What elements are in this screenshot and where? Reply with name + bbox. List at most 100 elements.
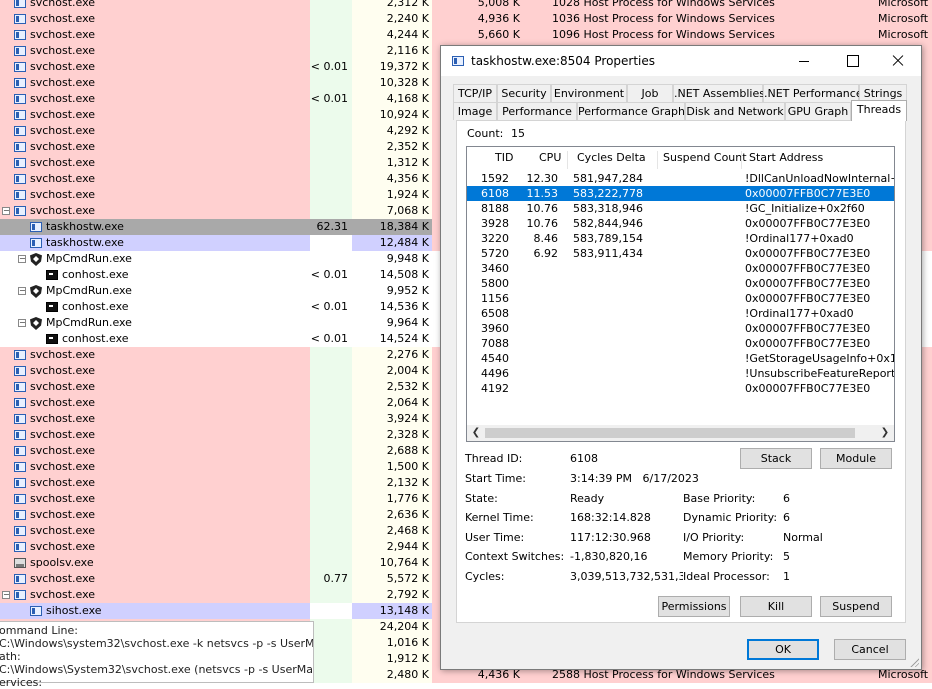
base-priority-value: 6 xyxy=(783,492,790,505)
horizontal-scrollbar[interactable]: ❮ ❯ xyxy=(467,425,894,441)
thread-start-address: !Ordinal177+0xad0 xyxy=(745,232,854,245)
tree-collapse-icon[interactable]: − xyxy=(18,255,26,263)
process-name-cell: svchost.exe xyxy=(0,91,310,107)
thread-row[interactable]: 5800 0x00007FFB0C77E3E0 xyxy=(467,276,894,291)
cancel-button[interactable]: Cancel xyxy=(834,639,906,660)
thread-start-address: 0x00007FFB0C77E3E0 xyxy=(745,262,871,275)
scroll-right-arrow-icon[interactable]: ❯ xyxy=(878,425,892,441)
thread-row[interactable]: 6508 !Ordinal177+0xad0 xyxy=(467,306,894,321)
process-private-bytes: 3,924 K xyxy=(352,411,432,427)
process-name: conhost.exe xyxy=(62,332,129,345)
column-header-suspend-count[interactable]: Suspend Count xyxy=(663,151,747,169)
thread-row[interactable]: 1592 12.30 581,947,284 !DllCanUnloadNowInte… xyxy=(467,171,894,186)
tab-performance-graph[interactable]: Performance Graph xyxy=(577,102,685,120)
process-cpu xyxy=(310,539,352,555)
process-cpu xyxy=(310,0,352,11)
process-cpu: < 0.01 xyxy=(310,59,352,75)
process-name: svchost.exe xyxy=(30,12,96,25)
thread-list[interactable]: TID CPU Cycles Delta Suspend Count Start… xyxy=(466,146,895,442)
maximize-button[interactable] xyxy=(829,46,875,76)
process-private-bytes: 1,776 K xyxy=(352,491,432,507)
column-header-tid[interactable]: TID xyxy=(495,151,513,169)
process-name-cell: − MpCmdRun.exe xyxy=(0,283,310,299)
process-private-bytes: 9,948 K xyxy=(352,251,432,267)
process-name: svchost.exe xyxy=(30,588,96,601)
thread-row[interactable]: 6108 11.53 583,222,778 0x00007FFB0C77E3E0 xyxy=(467,186,894,201)
process-name: svchost.exe xyxy=(30,380,96,393)
column-header-start-address[interactable]: Start Address xyxy=(749,151,823,169)
process-private-bytes: 9,952 K xyxy=(352,283,432,299)
process-row[interactable]: svchost.exe 2,312 K 5,008 K 1028 Host Proce… xyxy=(0,0,932,11)
process-cpu xyxy=(310,667,352,683)
tab-performance[interactable]: Performance xyxy=(497,102,577,120)
process-cpu xyxy=(310,123,352,139)
process-private-bytes: 1,312 K xyxy=(352,155,432,171)
process-private-bytes: 14,508 K xyxy=(352,267,432,283)
thread-start-address: 0x00007FFB0C77E3E0 xyxy=(745,187,871,200)
kernel-time-label: Kernel Time: xyxy=(465,511,534,524)
thread-cycles-delta: 581,947,284 xyxy=(573,172,643,185)
tree-collapse-icon[interactable]: − xyxy=(18,287,26,295)
tab-security[interactable]: Security xyxy=(497,84,551,102)
thread-row[interactable]: 3220 8.46 583,789,154 !Ordinal177+0xad0 xyxy=(467,231,894,246)
thread-row[interactable]: 4496 !UnsubscribeFeatureReporting+ xyxy=(467,366,894,381)
thread-row[interactable]: 8188 10.76 583,318,946 !GC_Initialize+0x2f6… xyxy=(467,201,894,216)
thread-row[interactable]: 3460 0x00007FFB0C77E3E0 xyxy=(467,261,894,276)
process-name-cell: svchost.exe xyxy=(0,475,310,491)
ok-button[interactable]: OK xyxy=(747,639,819,660)
service-window-icon xyxy=(14,126,26,136)
kill-button[interactable]: Kill xyxy=(740,596,812,617)
tab-image[interactable]: Image xyxy=(453,102,497,120)
process-row[interactable]: svchost.exe 2,240 K 4,936 K 1036 Host Proce… xyxy=(0,11,932,27)
process-private-bytes: 4,244 K xyxy=(352,27,432,43)
thread-row[interactable]: 7088 0x00007FFB0C77E3E0 xyxy=(467,336,894,351)
thread-row[interactable]: 3928 10.76 582,844,946 0x00007FFB0C77E3E0 xyxy=(467,216,894,231)
tab-job[interactable]: Job xyxy=(627,84,673,102)
tree-collapse-icon[interactable]: − xyxy=(2,591,10,599)
thread-start-address: 0x00007FFB0C77E3E0 xyxy=(745,382,871,395)
process-private-bytes: 7,068 K xyxy=(352,203,432,219)
column-header-cycles-delta[interactable]: Cycles Delta xyxy=(577,151,646,169)
thread-row[interactable]: 1156 0x00007FFB0C77E3E0 xyxy=(467,291,894,306)
process-cpu xyxy=(310,107,352,123)
process-name: spoolsv.exe xyxy=(30,556,94,569)
thread-row[interactable]: 3960 0x00007FFB0C77E3E0 xyxy=(467,321,894,336)
tab-net-performance[interactable]: .NET Performance xyxy=(763,84,863,102)
tree-collapse-icon[interactable]: − xyxy=(2,207,10,215)
tab-environment[interactable]: Environment xyxy=(551,84,627,102)
scrollbar-thumb[interactable] xyxy=(485,428,855,438)
tab-tcpip[interactable]: TCP/IP xyxy=(453,84,497,102)
process-private-bytes: 14,524 K xyxy=(352,331,432,347)
tab-net-assemblies[interactable]: .NET Assemblies xyxy=(673,84,765,102)
tab-threads[interactable]: Threads xyxy=(851,100,907,121)
tree-collapse-icon[interactable]: − xyxy=(18,319,26,327)
thread-tid: 3460 xyxy=(481,262,509,275)
stack-button[interactable]: Stack xyxy=(740,448,812,469)
process-cpu xyxy=(310,379,352,395)
process-cpu xyxy=(310,11,352,27)
process-name: svchost.exe xyxy=(30,572,96,585)
close-button[interactable] xyxy=(875,46,921,76)
resize-grip-icon[interactable] xyxy=(909,657,919,667)
permissions-button[interactable]: Permissions xyxy=(658,596,730,617)
process-name-cell: svchost.exe xyxy=(0,395,310,411)
thread-row[interactable]: 4540 !GetStorageUsageInfo+0x1020 xyxy=(467,351,894,366)
process-private-bytes: 2,688 K xyxy=(352,443,432,459)
thread-cycles-delta: 583,789,154 xyxy=(573,232,643,245)
thread-cycles-delta: 583,222,778 xyxy=(573,187,643,200)
minimize-button[interactable] xyxy=(781,46,827,76)
thread-row[interactable]: 5720 6.92 583,911,434 0x00007FFB0C77E3E0 xyxy=(467,246,894,261)
process-name: svchost.exe xyxy=(30,444,96,457)
process-row[interactable]: svchost.exe 4,244 K 5,660 K 1096 Host Proce… xyxy=(0,27,932,43)
process-name-cell: svchost.exe xyxy=(0,11,310,27)
scroll-left-arrow-icon[interactable]: ❮ xyxy=(469,425,483,441)
module-button[interactable]: Module xyxy=(820,448,892,469)
tab-disk-and-network[interactable]: Disk and Network xyxy=(685,102,785,120)
thread-id-label: Thread ID: xyxy=(465,452,523,465)
process-cpu xyxy=(310,75,352,91)
tab-gpu-graph[interactable]: GPU Graph xyxy=(785,102,851,120)
thread-row[interactable]: 4192 0x00007FFB0C77E3E0 xyxy=(467,381,894,396)
title-bar[interactable]: taskhostw.exe:8504 Properties xyxy=(441,46,921,76)
suspend-button[interactable]: Suspend xyxy=(820,596,892,617)
column-header-cpu[interactable]: CPU xyxy=(539,151,561,169)
